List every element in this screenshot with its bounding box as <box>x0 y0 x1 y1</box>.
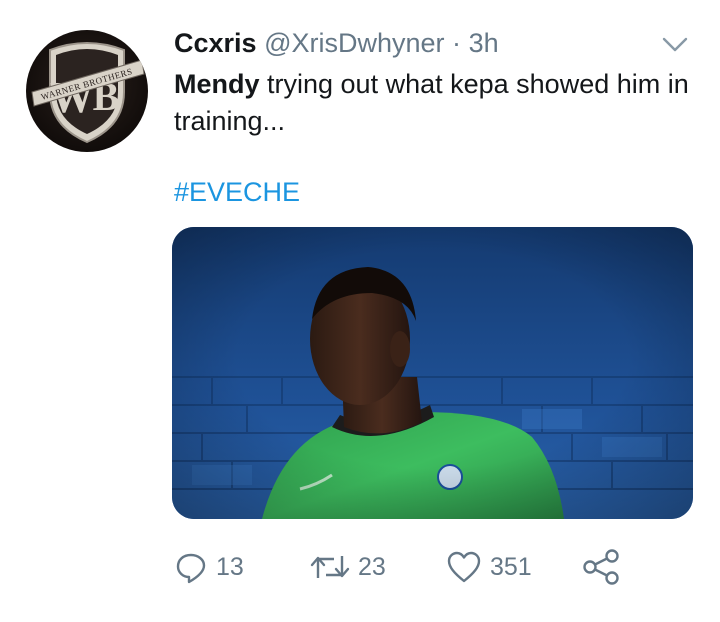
retweet-count: 23 <box>358 552 386 581</box>
reply-count: 13 <box>216 552 244 581</box>
tweet-actions: 13 23 351 <box>174 543 634 591</box>
author-handle[interactable]: @XrisDwhyner <box>264 28 444 58</box>
share-button[interactable] <box>582 543 620 591</box>
tweet-header: Ccxris @XrisDwhyner · 3h <box>174 26 690 60</box>
reply-icon <box>174 550 208 584</box>
share-icon <box>582 549 620 585</box>
retweet-button[interactable]: 23 <box>310 543 386 591</box>
tweet-media-image[interactable] <box>172 227 693 519</box>
player-photo <box>172 227 693 519</box>
tweet-text-bold: Mendy <box>174 69 260 99</box>
avatar[interactable]: W B WARNER BROTHERS <box>26 30 148 152</box>
author-name[interactable]: Ccxris <box>174 28 257 58</box>
hashtag-link[interactable]: #EVECHE <box>174 174 300 210</box>
wb-logo: W B WARNER BROTHERS <box>31 42 145 144</box>
timestamp[interactable]: 3h <box>469 28 499 58</box>
like-button[interactable]: 351 <box>446 543 532 591</box>
tweet-text: Mendy trying out what kepa showed him in… <box>174 66 694 140</box>
retweet-icon <box>310 550 350 584</box>
reply-button[interactable]: 13 <box>174 543 244 591</box>
like-count: 351 <box>490 552 532 581</box>
heart-icon <box>446 550 482 584</box>
chevron-down-icon[interactable] <box>660 30 690 54</box>
separator: · <box>452 28 462 58</box>
